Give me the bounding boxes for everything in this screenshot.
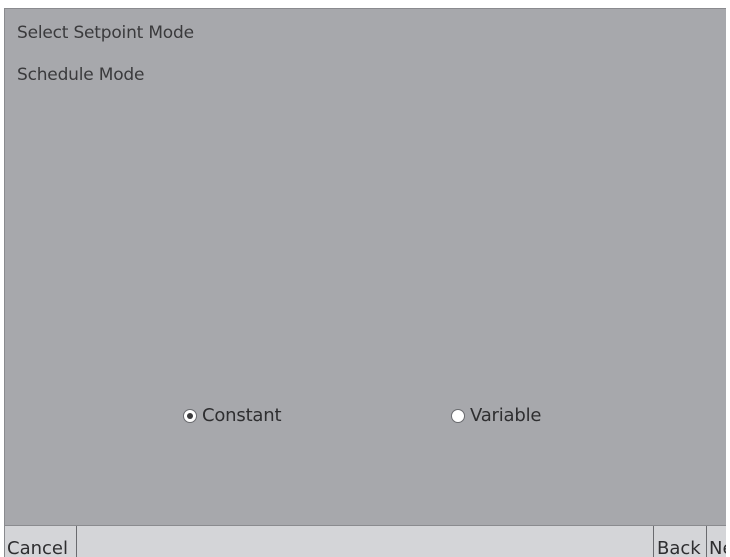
page-title: Select Setpoint Mode [17,23,194,43]
constant-radio-label: Constant [202,405,282,426]
setpoint-mode-screen: Select Setpoint Mode Schedule Mode Const… [4,8,726,557]
constant-radio-option[interactable]: Constant [183,405,282,426]
radio-selected-dot-icon [187,412,193,419]
page-subtitle: Schedule Mode [17,65,145,85]
back-button[interactable]: Back [653,526,707,557]
variable-radio-option[interactable]: Variable [451,405,541,426]
variable-radio-button[interactable] [451,408,465,423]
bottom-navigation-bar: Cancel Back Ne [5,525,726,557]
variable-radio-label: Variable [470,405,542,426]
cancel-button[interactable]: Cancel [5,526,77,557]
next-button[interactable]: Ne [707,526,726,557]
constant-radio-button[interactable] [183,408,197,423]
